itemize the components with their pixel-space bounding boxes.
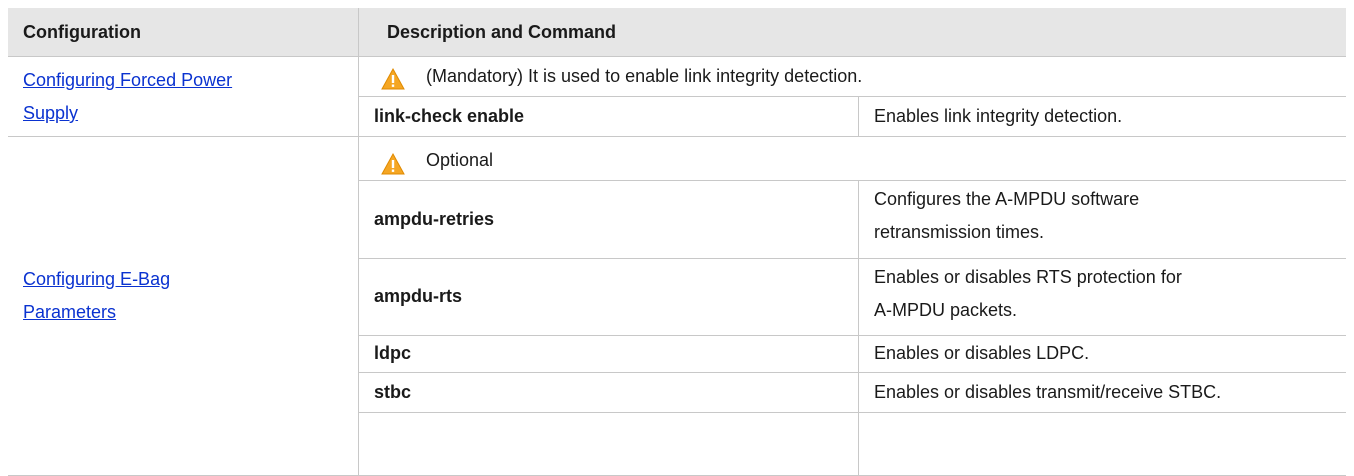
command-ampdu-rts: ampdu-rts [374,286,463,306]
description-stbc: Enables or disables transmit/receive STB… [874,382,1222,402]
column-divider [358,8,359,476]
note-mandatory: (Mandatory) It is used to enable link in… [426,66,863,86]
warning-triangle-icon [381,152,405,175]
configuration-table: Configuration Description and Command Co… [8,8,1346,476]
description-line: Enables or disables RTS protection for [874,267,1182,287]
command-link-check-enable: link-check enable [374,106,525,126]
description-line: retransmission times. [874,222,1045,242]
divider [8,56,1346,57]
command-stbc: stbc [374,382,412,402]
link-text-line: Configuring Forced Power [23,70,233,90]
link-text-line: Supply [23,103,79,123]
divider [358,412,1346,413]
header-description-command: Description and Command [387,22,617,42]
link-configuring-e-bag-parameters[interactable]: Configuring E-Bag Parameters [23,263,353,329]
warning-triangle-icon [381,67,405,90]
description-ampdu-retries: Configures the A-MPDU software retransmi… [874,183,1344,249]
description-ampdu-rts: Enables or disables RTS protection for A… [874,261,1344,327]
command-ldpc: ldpc [374,343,412,363]
note-optional: Optional [426,150,494,170]
description-line: A-MPDU packets. [874,300,1018,320]
column-divider [858,96,859,136]
link-text-line: Parameters [23,302,117,322]
divider [8,136,1346,137]
column-divider [858,180,859,476]
link-text-line: Configuring E-Bag [23,269,171,289]
header-configuration: Configuration [23,22,141,42]
description-ldpc: Enables or disables LDPC. [874,343,1090,363]
description-link-check-enable: Enables link integrity detection. [874,106,1123,126]
link-configuring-forced-power-supply[interactable]: Configuring Forced Power Supply [23,64,353,130]
description-line: Configures the A-MPDU software [874,189,1140,209]
command-ampdu-retries: ampdu-retries [374,209,495,229]
